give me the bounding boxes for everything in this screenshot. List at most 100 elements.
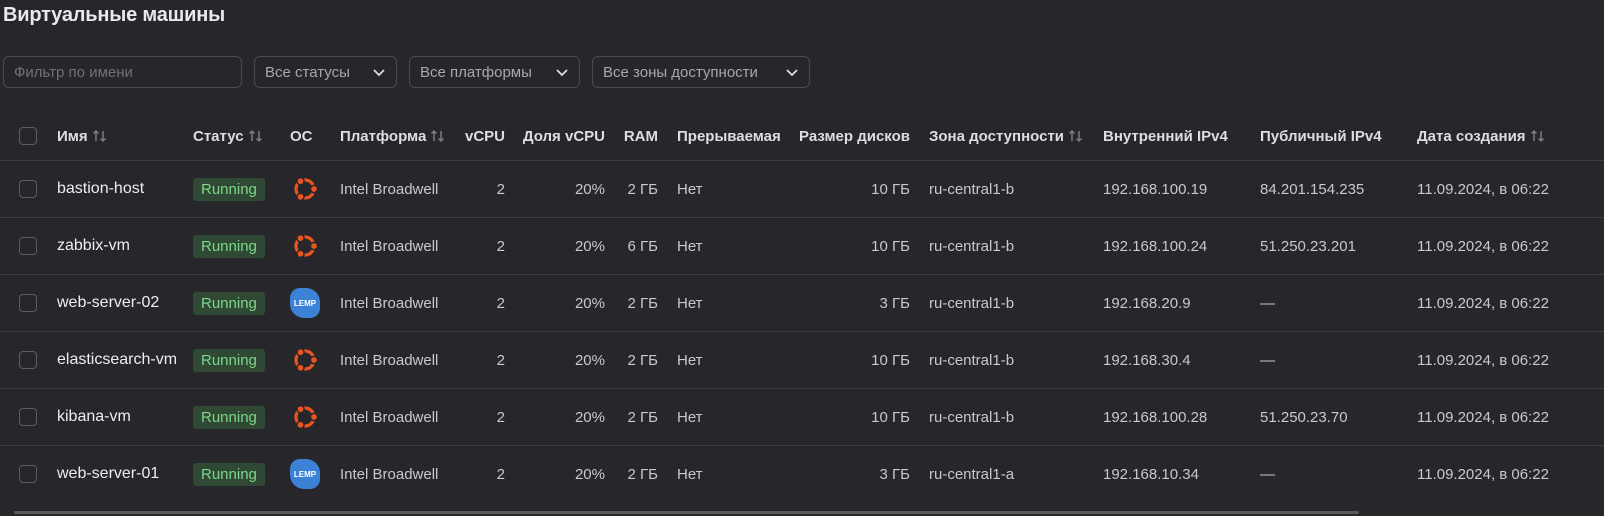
vcpu-cell: 2 — [496, 237, 505, 255]
vcpu-share-cell: 20% — [574, 408, 605, 426]
zone-cell: ru-central1-b — [929, 294, 1015, 312]
vm-name-link[interactable]: bastion-host — [57, 161, 144, 217]
internal-ip-cell: 192.168.20.9 — [1103, 294, 1191, 312]
vm-name-link[interactable]: zabbix-vm — [57, 218, 130, 274]
sort-icon — [1530, 129, 1544, 143]
status-filter-select[interactable]: Все статусы — [254, 56, 397, 88]
status-badge: Running — [193, 234, 265, 258]
disk-size-cell: 10 ГБ — [871, 408, 910, 426]
vcpu-share-cell: 20% — [574, 180, 605, 198]
row-checkbox[interactable] — [19, 465, 37, 483]
public-ip-cell: — — [1260, 351, 1275, 369]
ubuntu-icon — [294, 347, 319, 373]
ram-cell: 2 ГБ — [627, 294, 658, 312]
vm-table: Имя Статус ОС Платформа vCPU Доля vCPU R… — [0, 112, 1604, 502]
ram-cell: 6 ГБ — [627, 237, 658, 255]
vcpu-share-cell: 20% — [574, 351, 605, 369]
row-checkbox[interactable] — [19, 237, 37, 255]
column-label: Имя — [57, 127, 88, 145]
created-cell: 11.09.2024, в 06:22 — [1417, 180, 1549, 198]
row-checkbox-cell — [19, 275, 37, 331]
platform-cell: Intel Broadwell — [340, 294, 439, 312]
disk-size-cell: 10 ГБ — [871, 351, 910, 369]
os-cell: LEMP — [290, 275, 320, 331]
os-cell — [290, 332, 320, 388]
column-header-preemptible: Прерываемая — [677, 127, 781, 145]
table-row[interactable]: web-server-01 Running LEMP Intel Broadwe… — [0, 445, 1604, 502]
platform-cell: Intel Broadwell — [340, 180, 439, 198]
preemptible-cell: Нет — [677, 465, 703, 483]
preemptible-cell: Нет — [677, 237, 703, 255]
disk-size-cell: 10 ГБ — [871, 180, 910, 198]
table-row[interactable]: web-server-02 Running LEMP Intel Broadwe… — [0, 274, 1604, 331]
row-checkbox-cell — [19, 389, 37, 445]
preemptible-cell: Нет — [677, 351, 703, 369]
vm-name-link[interactable]: web-server-02 — [57, 275, 159, 331]
column-header-platform[interactable]: Платформа — [340, 112, 446, 160]
ram-cell: 2 ГБ — [627, 180, 658, 198]
public-ip-cell: — — [1260, 465, 1275, 483]
column-label: Дата создания — [1417, 127, 1526, 145]
vm-name-link[interactable]: web-server-01 — [57, 446, 159, 502]
internal-ip-cell: 192.168.100.28 — [1103, 408, 1208, 426]
status-filter-value: Все статусы — [265, 63, 350, 81]
zone-filter-select[interactable]: Все зоны доступности — [592, 56, 810, 88]
table-row[interactable]: bastion-host Running Intel Broadwell 2 2… — [0, 160, 1604, 217]
public-ip-cell: 84.201.154.235 — [1260, 180, 1365, 198]
row-checkbox[interactable] — [19, 408, 37, 426]
column-header-name[interactable]: Имя — [57, 112, 108, 160]
table-row[interactable]: elasticsearch-vm Running Intel Broadwell… — [0, 331, 1604, 388]
select-all-checkbox[interactable] — [19, 127, 37, 145]
zone-cell: ru-central1-b — [929, 408, 1015, 426]
ubuntu-icon — [294, 176, 319, 202]
chevron-down-icon — [556, 69, 568, 77]
vcpu-share-cell: 20% — [574, 465, 605, 483]
column-label: Статус — [193, 127, 244, 145]
table-row[interactable]: kibana-vm Running Intel Broadwell 2 20% … — [0, 388, 1604, 445]
public-ip-cell: 51.250.23.70 — [1260, 408, 1348, 426]
row-checkbox-cell — [19, 332, 37, 388]
row-checkbox[interactable] — [19, 180, 37, 198]
row-checkbox[interactable] — [19, 351, 37, 369]
created-cell: 11.09.2024, в 06:22 — [1417, 237, 1549, 255]
platform-cell: Intel Broadwell — [340, 351, 439, 369]
column-header-vcpu: vCPU — [464, 127, 505, 145]
horizontal-scrollbar[interactable] — [14, 511, 1359, 514]
column-header-disk-size: Размер дисков — [799, 127, 910, 145]
column-header-zone[interactable]: Зона доступности — [929, 112, 1084, 160]
column-header-status[interactable]: Статус — [193, 112, 264, 160]
ram-cell: 2 ГБ — [627, 465, 658, 483]
internal-ip-cell: 192.168.30.4 — [1103, 351, 1191, 369]
vcpu-cell: 2 — [496, 294, 505, 312]
preemptible-cell: Нет — [677, 180, 703, 198]
status-badge: Running — [193, 291, 265, 315]
ubuntu-icon — [294, 233, 319, 259]
platform-filter-select[interactable]: Все платформы — [409, 56, 580, 88]
public-ip-cell: — — [1260, 294, 1275, 312]
chevron-down-icon — [786, 69, 798, 77]
column-header-os: ОС — [290, 127, 313, 145]
zone-cell: ru-central1-a — [929, 465, 1015, 483]
vcpu-cell: 2 — [496, 408, 505, 426]
column-header-created[interactable]: Дата создания — [1417, 112, 1546, 160]
column-header-internal-ip: Внутренний IPv4 — [1103, 127, 1228, 145]
internal-ip-cell: 192.168.100.19 — [1103, 180, 1208, 198]
preemptible-cell: Нет — [677, 294, 703, 312]
row-checkbox-cell — [19, 218, 37, 274]
status-badge: Running — [193, 462, 265, 486]
zone-filter-value: Все зоны доступности — [603, 63, 758, 81]
name-filter-input[interactable] — [4, 63, 241, 81]
vm-name-link[interactable]: kibana-vm — [57, 389, 131, 445]
vm-name-link[interactable]: elasticsearch-vm — [57, 332, 177, 388]
row-checkbox[interactable] — [19, 294, 37, 312]
column-label: Платформа — [340, 127, 427, 145]
table-header: Имя Статус ОС Платформа vCPU Доля vCPU R… — [0, 112, 1604, 160]
platform-cell: Intel Broadwell — [340, 465, 439, 483]
sort-icon — [431, 129, 445, 143]
vm-list-page: Виртуальные машины Все статусы Все платф… — [0, 0, 1604, 516]
table-row[interactable]: zabbix-vm Running Intel Broadwell 2 20% … — [0, 217, 1604, 274]
status-badge: Running — [193, 348, 265, 372]
vcpu-cell: 2 — [496, 351, 505, 369]
disk-size-cell: 3 ГБ — [879, 465, 910, 483]
os-cell — [290, 389, 320, 445]
